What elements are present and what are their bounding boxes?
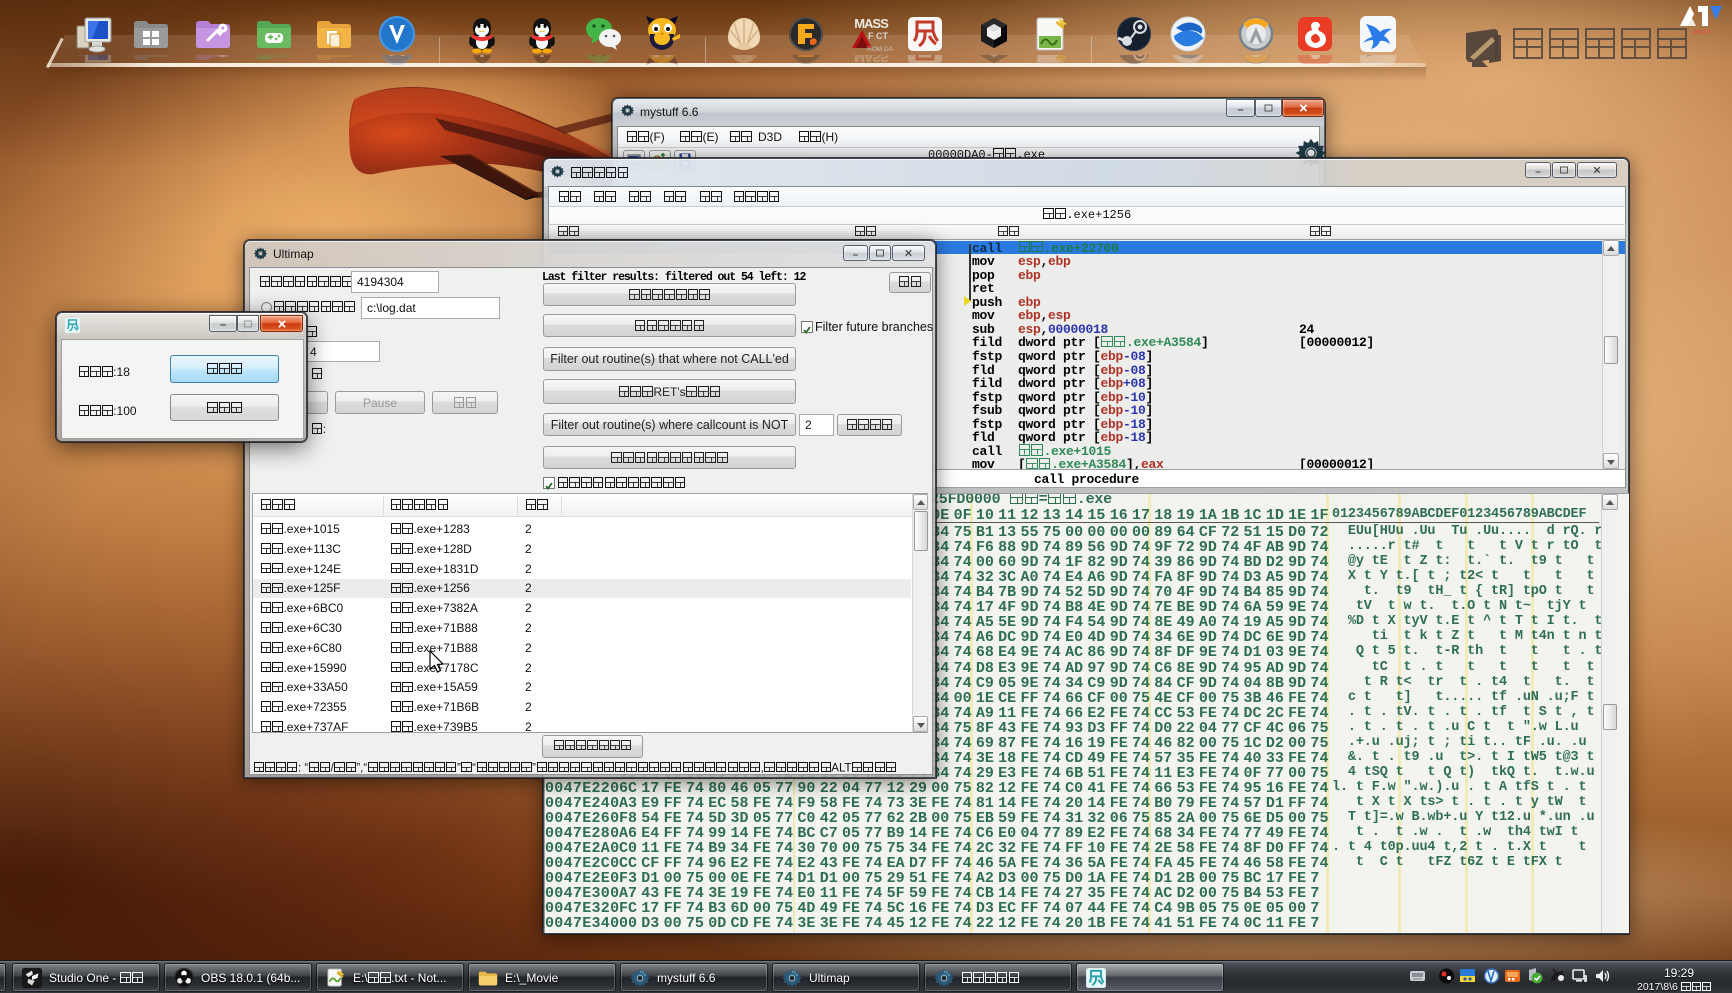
svg-text:2017: 2017 [1694, 29, 1712, 36]
svg-text:MASS: MASS [854, 55, 889, 65]
svg-text:MASS: MASS [854, 16, 889, 31]
svg-text:F CT: F CT [868, 31, 888, 41]
svg-text:ROM DA: ROM DA [867, 46, 894, 53]
